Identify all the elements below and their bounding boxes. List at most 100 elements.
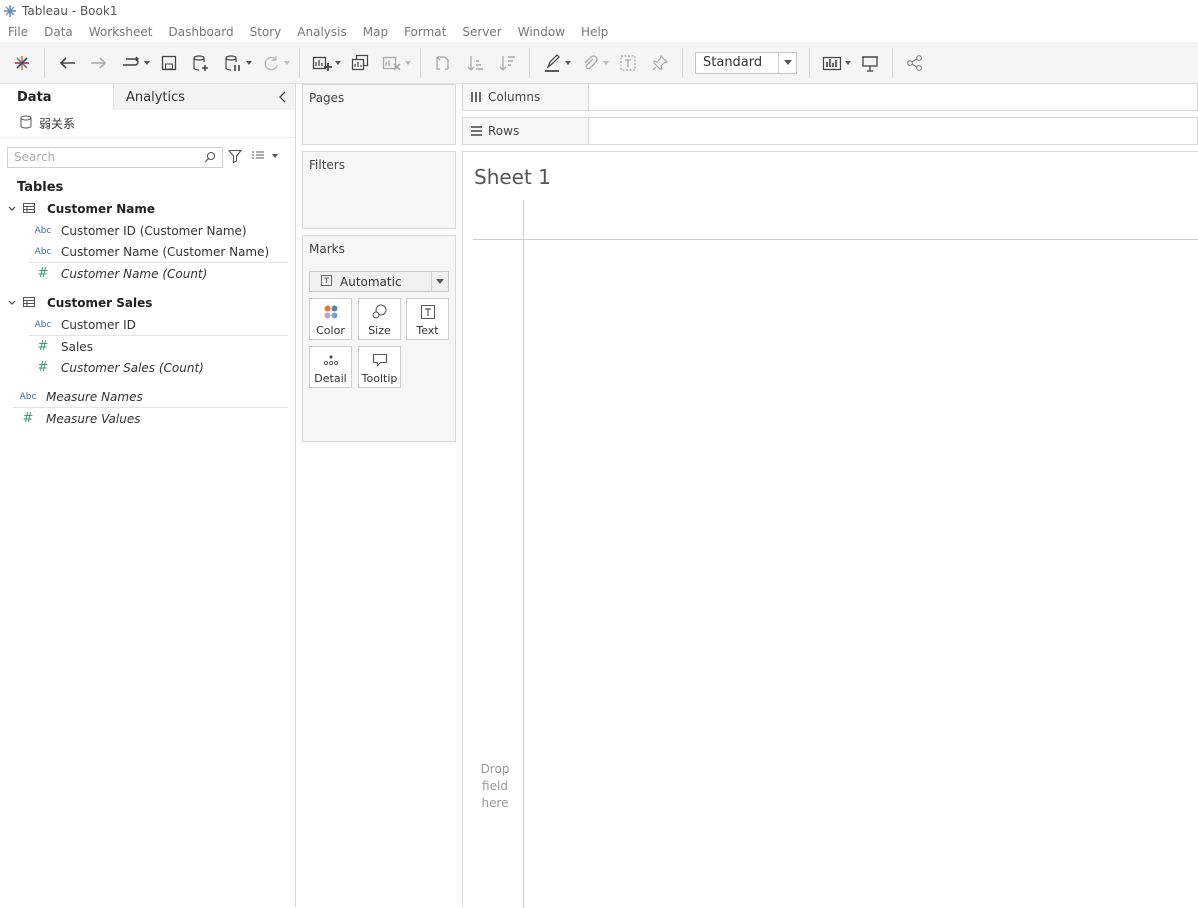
fix-axes-icon[interactable]: [648, 51, 672, 75]
chevron-down-icon[interactable]: [143, 51, 151, 75]
menu-story[interactable]: Story: [242, 25, 290, 39]
table-icon: [23, 296, 35, 310]
worksheet-canvas: Sheet 1 Drop field here: [462, 151, 1198, 908]
duplicate-sheet-icon[interactable]: [348, 51, 372, 75]
share-icon[interactable]: [903, 51, 927, 75]
menu-data[interactable]: Data: [36, 25, 81, 39]
undo-icon[interactable]: [55, 51, 79, 75]
sort-ascending-icon[interactable]: [463, 51, 487, 75]
highlight-icon[interactable]: [540, 51, 564, 75]
swap-rows-columns-icon[interactable]: [431, 51, 455, 75]
marks-card: Marks Automatic Color Size Text Detail T…: [302, 235, 456, 442]
field-item[interactable]: # Customer Name (Count): [0, 263, 295, 284]
chevron-down-icon[interactable]: [6, 300, 18, 306]
group-members-icon[interactable]: [578, 51, 602, 75]
field-name: Measure Values: [46, 411, 141, 426]
save-icon[interactable]: [157, 51, 181, 75]
chevron-down-icon[interactable]: [431, 272, 448, 291]
columns-icon: [470, 91, 488, 103]
clear-sheet-icon[interactable]: [380, 51, 404, 75]
menu-worksheet[interactable]: Worksheet: [81, 25, 161, 39]
presentation-mode-icon[interactable]: [858, 51, 882, 75]
chevron-down-icon[interactable]: [778, 52, 796, 73]
string-type-icon: Abc: [19, 391, 37, 402]
tab-analytics[interactable]: Analytics: [113, 84, 295, 110]
menu-analysis[interactable]: Analysis: [289, 25, 354, 39]
rows-shelf: Rows: [462, 117, 1198, 145]
field-item[interactable]: Abc Customer ID (Customer Name): [0, 220, 295, 241]
filter-icon[interactable]: [227, 149, 243, 166]
data-pane: Data Analytics 弱关系 Tables Custome: [0, 84, 296, 907]
show-me-icon[interactable]: [820, 51, 844, 75]
table-customer-sales[interactable]: Customer Sales: [0, 292, 295, 314]
field-item[interactable]: Abc Customer Name (Customer Name): [0, 241, 295, 262]
pages-card[interactable]: Pages: [302, 84, 456, 145]
string-type-icon: Abc: [34, 225, 52, 236]
redo-icon[interactable]: [87, 51, 111, 75]
table-name: Customer Sales: [47, 296, 153, 310]
field-measure-names[interactable]: Abc Measure Names: [0, 386, 295, 407]
search-input[interactable]: [8, 147, 198, 167]
number-type-icon: #: [37, 360, 49, 375]
new-data-source-icon[interactable]: [189, 51, 213, 75]
menu-help[interactable]: Help: [573, 25, 616, 39]
marks-card-title: Marks: [309, 242, 345, 256]
view-options-icon[interactable]: [251, 150, 279, 165]
chevron-down-icon[interactable]: [844, 51, 852, 75]
field-measure-values[interactable]: # Measure Values: [0, 408, 295, 429]
chevron-down-icon[interactable]: [6, 206, 18, 212]
menu-server[interactable]: Server: [454, 25, 509, 39]
filters-card[interactable]: Filters: [302, 151, 456, 229]
chevron-down-icon[interactable]: [602, 51, 610, 75]
menu-window[interactable]: Window: [510, 25, 573, 39]
tableau-start-icon[interactable]: [10, 51, 34, 75]
menu-map[interactable]: Map: [355, 25, 396, 39]
replay-animation-icon[interactable]: [119, 51, 143, 75]
sheet-title[interactable]: Sheet 1: [474, 165, 551, 189]
toolbar-divider: [529, 47, 530, 78]
field-item[interactable]: # Sales: [0, 336, 295, 357]
rows-drop-zone[interactable]: [588, 118, 1197, 144]
drop-field-here[interactable]: Drop field here: [477, 761, 513, 812]
data-pane-tabs: Data Analytics: [0, 84, 295, 110]
show-mark-labels-icon[interactable]: [616, 51, 640, 75]
tooltip-label: Tooltip: [361, 372, 398, 385]
text-icon: [420, 302, 435, 322]
field-item[interactable]: Abc Customer ID: [0, 314, 295, 335]
toolbar: Standard: [0, 42, 1198, 84]
search-icon[interactable]: [204, 151, 216, 166]
tab-data[interactable]: Data: [0, 84, 113, 110]
menu-file[interactable]: File: [0, 25, 36, 39]
text-button[interactable]: Text: [406, 298, 449, 340]
drop-field-here-line: Drop: [480, 762, 510, 776]
size-button[interactable]: Size: [358, 298, 401, 340]
number-type-icon: #: [37, 266, 49, 281]
detail-button[interactable]: Detail: [309, 346, 352, 388]
tooltip-button[interactable]: Tooltip: [358, 346, 401, 388]
field-item[interactable]: # Customer Sales (Count): [0, 357, 295, 378]
datasource-item[interactable]: 弱关系: [0, 110, 295, 138]
columns-drop-zone[interactable]: [588, 84, 1197, 110]
collapse-pane-icon[interactable]: [275, 89, 289, 105]
chevron-down-icon[interactable]: [564, 51, 572, 75]
sort-descending-icon[interactable]: [495, 51, 519, 75]
fit-dropdown[interactable]: Standard: [695, 51, 797, 74]
text-mark-icon: [321, 274, 332, 289]
menu-format[interactable]: Format: [396, 25, 454, 39]
chevron-down-icon[interactable]: [283, 51, 291, 75]
pause-updates-icon[interactable]: [221, 51, 245, 75]
field-search-box: [7, 146, 223, 168]
toolbar-divider: [299, 47, 300, 78]
columns-label: Columns: [488, 90, 541, 104]
refresh-icon[interactable]: [259, 51, 283, 75]
menu-dashboard[interactable]: Dashboard: [160, 25, 241, 39]
new-worksheet-icon[interactable]: [310, 51, 334, 75]
rows-icon: [470, 125, 488, 137]
mark-type-dropdown[interactable]: Automatic: [309, 271, 449, 292]
color-button[interactable]: Color: [309, 298, 352, 340]
chevron-down-icon[interactable]: [404, 51, 412, 75]
chevron-down-icon[interactable]: [245, 51, 253, 75]
chevron-down-icon[interactable]: [334, 51, 342, 75]
field-name: Customer ID: [61, 317, 136, 332]
table-customer-name[interactable]: Customer Name: [0, 198, 295, 220]
